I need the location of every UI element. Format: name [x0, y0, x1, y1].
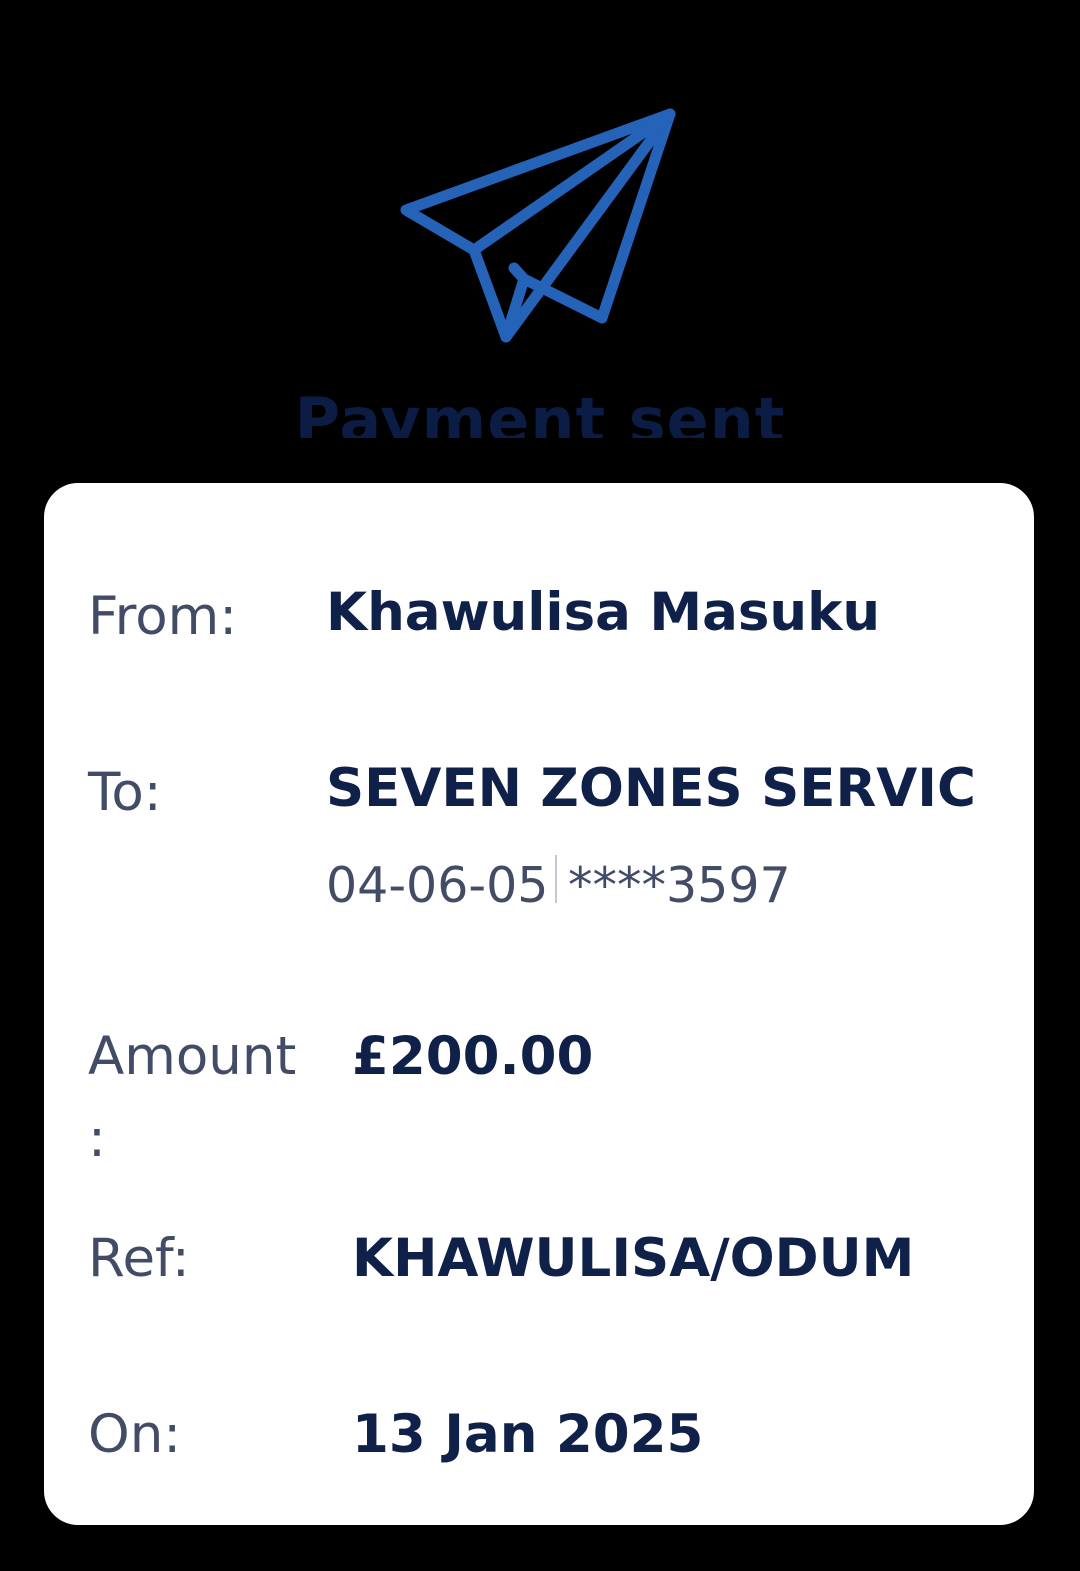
page-title: Payment sent	[294, 384, 786, 439]
account-separator	[555, 855, 557, 903]
on-label: On:	[88, 1404, 182, 1465]
sort-code: 04-06-05	[326, 857, 549, 914]
date-value: 13 Jan 2025	[352, 1404, 704, 1465]
to-label: To:	[88, 762, 162, 823]
from-label: From:	[88, 586, 238, 647]
amount-label: Amount	[88, 1026, 297, 1087]
from-value: Khawulisa Masuku	[326, 582, 881, 643]
payment-details-card: From: Khawulisa Masuku To: SEVEN ZONES S…	[44, 483, 1034, 1525]
paper-plane-icon	[400, 108, 676, 343]
amount-value: £200.00	[352, 1026, 594, 1087]
ref-label: Ref:	[88, 1228, 190, 1289]
amount-label-colon: :	[88, 1108, 106, 1169]
to-value: SEVEN ZONES SERVIC	[326, 758, 976, 819]
page-title-container: Payment sent	[0, 380, 1080, 439]
ref-value: KHAWULISA/ODUM	[352, 1228, 915, 1289]
account-number: ****3597	[568, 857, 791, 914]
